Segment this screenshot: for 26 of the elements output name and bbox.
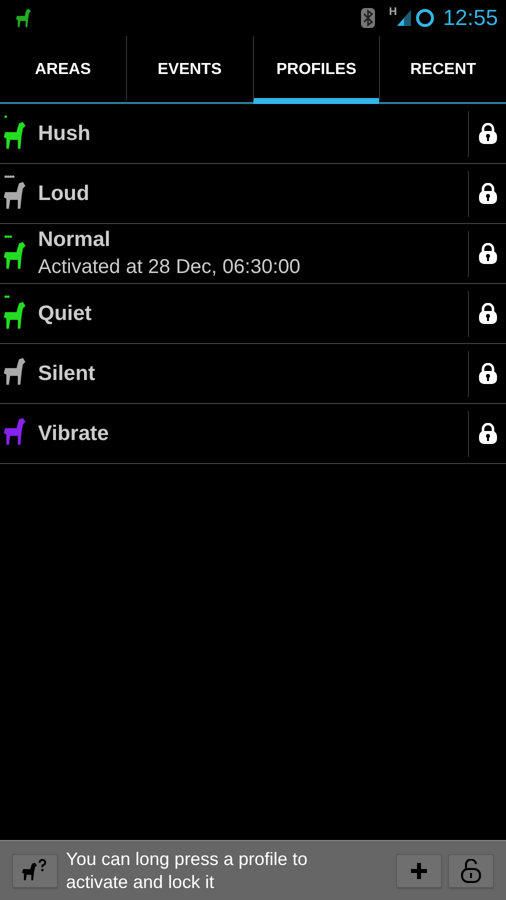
unlock-button[interactable] <box>448 854 494 888</box>
profile-name[interactable]: Normal <box>38 228 468 252</box>
llama-icon <box>2 418 28 446</box>
tab[interactable]: RECENT <box>379 36 506 104</box>
help-button[interactable] <box>12 854 58 888</box>
profile-name[interactable]: Quiet <box>38 302 468 326</box>
plus-icon <box>410 862 428 880</box>
tab[interactable]: EVENTS <box>126 36 252 104</box>
clock-time: 12:55 <box>442 5 498 31</box>
llama-question-icon <box>21 858 49 882</box>
tab[interactable]: PROFILES <box>252 36 380 104</box>
network-type: H <box>388 6 397 18</box>
sync-icon <box>414 8 435 28</box>
profile-name[interactable]: Silent <box>38 362 468 386</box>
unlock-icon <box>460 858 482 882</box>
signal-icon <box>396 9 411 27</box>
profile-name[interactable]: Hush <box>38 122 468 146</box>
llama-icon <box>14 8 32 28</box>
llama-icon <box>2 358 28 386</box>
tab[interactable]: AREAS <box>0 36 126 104</box>
profile-name[interactable]: Loud <box>38 182 468 206</box>
bluetooth-icon <box>360 8 375 28</box>
hint-text: You can long press a profile to activate and lock it <box>66 848 308 894</box>
add-button[interactable] <box>396 854 442 888</box>
profile-detail: Activated at 28 Dec, 06:30:00 <box>38 256 302 279</box>
profile-name[interactable]: Vibrate <box>38 422 468 446</box>
